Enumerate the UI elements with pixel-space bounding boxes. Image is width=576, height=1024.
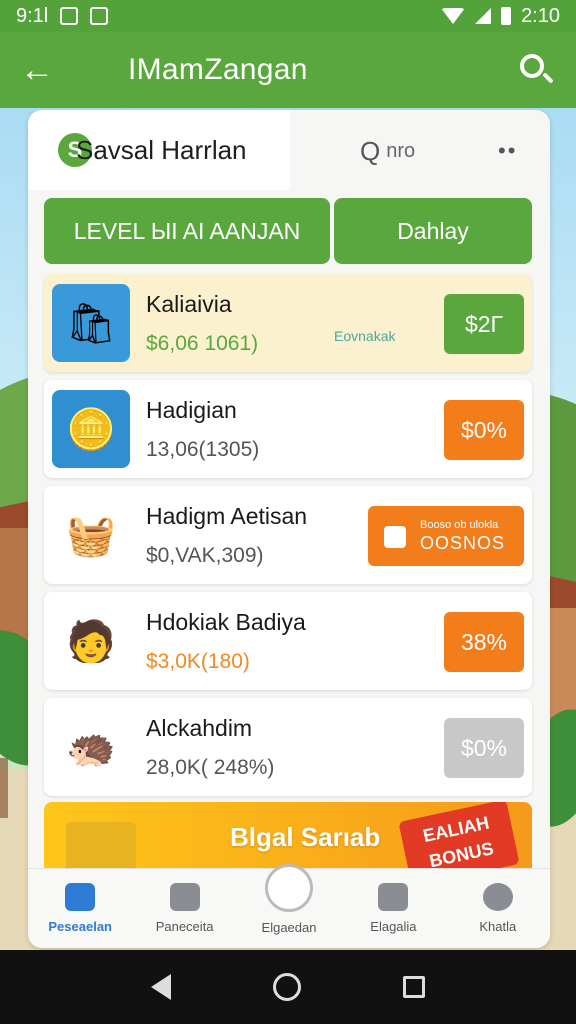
mini-search-label: nro (386, 140, 416, 162)
nav-label: Paneceita (155, 919, 214, 934)
brand-name: Savsal Harrlan (76, 134, 247, 165)
system-recents-icon[interactable] (403, 976, 425, 998)
list-item[interactable]: 🧺 Hadigm Aetisan $0,VAK,309) Booso ob ul… (44, 486, 532, 584)
card-header: S Savsal Harrlan Q nro •• (28, 110, 550, 190)
back-arrow-icon[interactable]: ← (20, 51, 68, 90)
nav-item-bird[interactable]: Elagalia (341, 869, 445, 948)
status-time-right: 2:10 (521, 4, 560, 27)
list-item[interactable]: 🦔 Alckahdim 28,0K( 248%) $0% (44, 698, 532, 796)
signal-icon (475, 8, 492, 24)
system-back-icon[interactable] (151, 974, 171, 1000)
creature-icon: 🦔 (52, 708, 130, 786)
item-name: Alckahdim (146, 714, 253, 741)
battery-icon (501, 7, 512, 25)
item-amount: 28,0K( 248%) (146, 755, 275, 779)
item-amount: 13,06(1305) (146, 437, 260, 461)
wifi-icon (441, 8, 466, 24)
system-home-icon[interactable] (273, 973, 301, 1001)
search-icon[interactable] (516, 50, 556, 90)
nav-label: Peseaelan (48, 919, 112, 934)
banner-text: Blgal Sarıab (230, 822, 381, 852)
item-badge-button[interactable]: 38% (444, 612, 524, 672)
offer-big-text: OOSNOS (420, 532, 506, 553)
nav-label: Elagalia (370, 919, 417, 934)
item-name: Kaliaivia (146, 290, 232, 317)
more-options-icon[interactable]: •• (498, 138, 517, 164)
bottom-nav: Peseaelan Paneceita Elgaedan Elagalia Kh… (28, 864, 550, 948)
shopping-icon: 🛍 (52, 284, 130, 362)
tab-daily[interactable]: Dahlay (334, 198, 532, 264)
bird-icon (378, 883, 409, 911)
nav-label: Khatla (479, 919, 517, 934)
page-title: IMamZangan (128, 53, 308, 86)
gift-box-icon (384, 526, 406, 548)
nav-item-compass[interactable]: Khatla (446, 869, 550, 948)
camera-icon (169, 883, 200, 911)
search-icon-handle (542, 72, 554, 84)
nav-item-gift[interactable]: Elgaedan (237, 864, 341, 948)
nav-item-home[interactable]: Peseaelan (28, 869, 132, 948)
tab-bar: LEVEL ЫI AI AANJAN Dahlay (44, 198, 532, 264)
list-item[interactable]: 🛍 Kaliaivia $6,06 1061) Eovnakak $2Г (44, 274, 532, 372)
photo-icon (90, 7, 109, 25)
offer-small-text: Booso ob ulokla (420, 518, 499, 531)
main-card: S Savsal Harrlan Q nro •• LEVEL ЫI AI AA… (28, 110, 550, 948)
gift-icon (265, 864, 314, 912)
item-name: Hadigm Aetisan (146, 502, 308, 529)
item-badge-button[interactable]: $0% (444, 718, 524, 778)
nav-label: Elgaedan (261, 920, 317, 935)
item-offer-button[interactable]: Booso ob ulokla OOSNOS (368, 506, 524, 566)
tab-level[interactable]: LEVEL ЫI AI AANJAN (44, 198, 330, 264)
item-name: Hdokiak Badiya (146, 608, 306, 635)
nav-item-camera[interactable]: Paneceita (132, 869, 236, 948)
mini-search-icon: Q (360, 136, 381, 166)
system-nav-bar (0, 950, 576, 1024)
brand: S Savsal Harrlan (28, 110, 290, 190)
item-amount: $0,VAK,309) (146, 543, 264, 567)
notification-icon (60, 7, 79, 25)
item-amount: $3,0K(180) (146, 649, 250, 673)
item-note: Eovnakak (334, 328, 396, 344)
item-badge-button[interactable]: $0% (444, 400, 524, 460)
item-amount: $6,06 1061) (146, 331, 259, 355)
list-item[interactable]: 🧑 Hdokiak Badiya $3,0K(180) 38% (44, 592, 532, 690)
status-bar: 9:1l 2:10 (0, 0, 576, 32)
food-basket-icon: 🧺 (52, 496, 130, 574)
compass-icon (482, 883, 513, 911)
item-badge-button[interactable]: $2Г (444, 294, 524, 354)
status-time-left: 9:1l (16, 4, 49, 27)
character-icon: 🧑 (52, 602, 130, 680)
search-icon-ring (520, 54, 544, 78)
list-item[interactable]: 🪙 Hadigian 13,06(1305) $0% (44, 380, 532, 478)
mini-search[interactable]: Q nro (360, 136, 415, 167)
app-bar: ← IMamZangan (0, 32, 576, 108)
coin-icon: 🪙 (52, 390, 130, 468)
home-icon (65, 883, 96, 911)
item-name: Hadigian (146, 396, 237, 423)
